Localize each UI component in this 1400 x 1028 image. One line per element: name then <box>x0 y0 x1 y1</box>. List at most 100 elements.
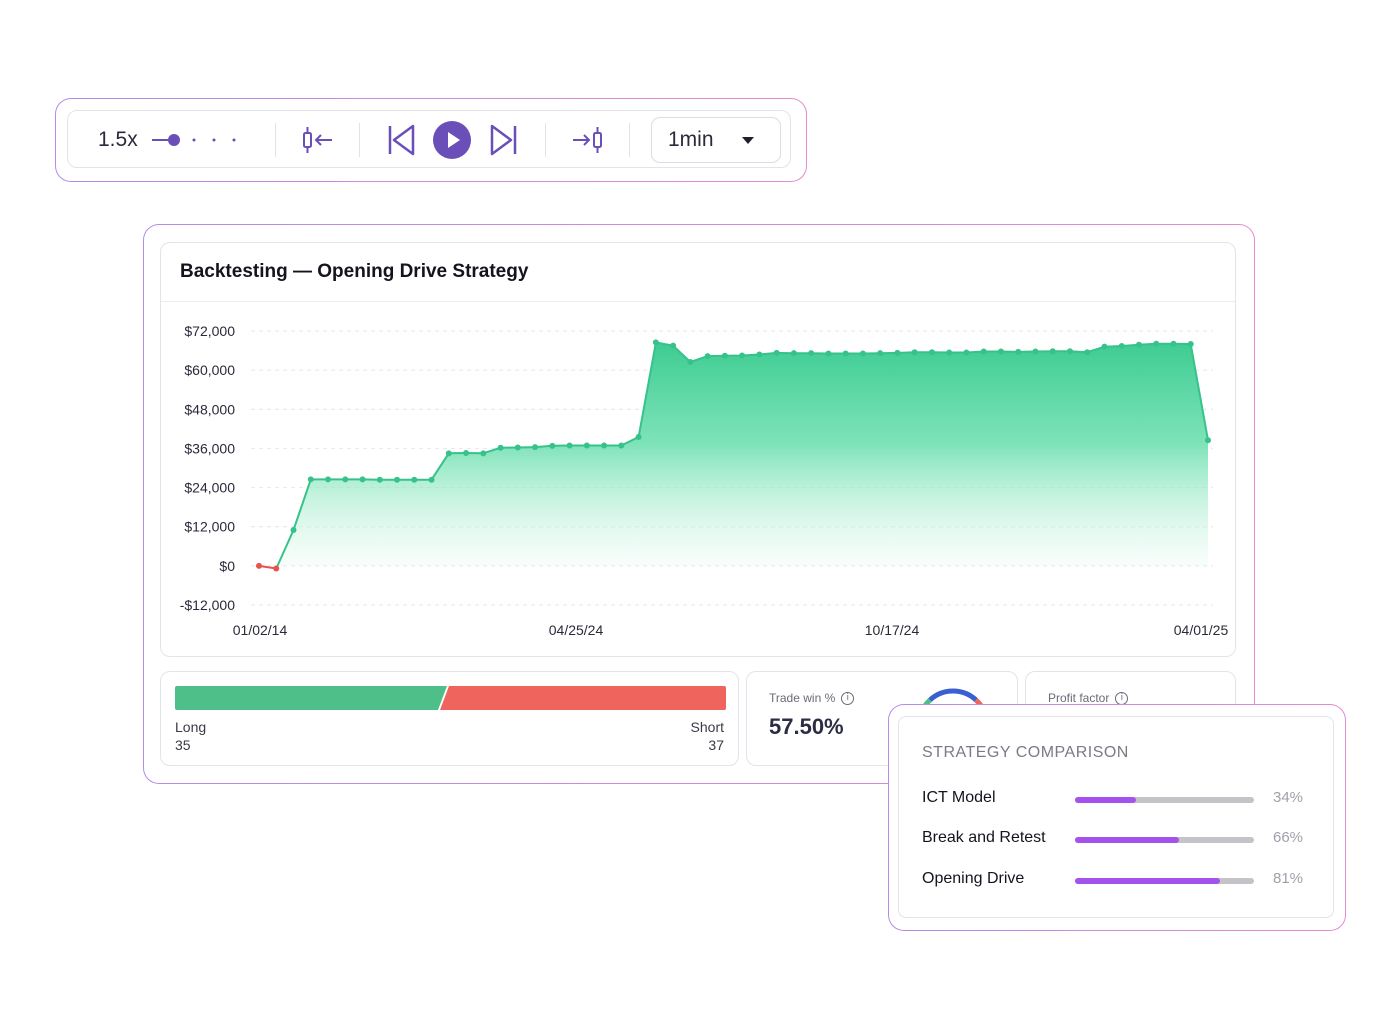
equity-chart-card: Backtesting — Opening Drive Strategy $72… <box>160 242 1236 657</box>
strategy-name: ICT Model <box>922 789 996 806</box>
strategy-comparison-card: STRATEGY COMPARISON ICT Model 34% Break … <box>898 716 1334 918</box>
equity-point <box>514 444 521 451</box>
chevron-down-icon <box>742 137 754 144</box>
long-short-card: Long 35 Short 37 <box>160 671 739 766</box>
equity-point <box>808 350 815 357</box>
y-tick-label: $72,000 <box>184 323 235 339</box>
long-short-bar <box>175 686 726 710</box>
equity-point <box>566 442 573 449</box>
equity-point <box>618 442 625 449</box>
equity-point <box>1049 348 1056 355</box>
equity-point <box>1084 349 1091 356</box>
equity-point <box>1187 341 1194 348</box>
equity-point <box>652 339 659 346</box>
equity-point <box>445 450 452 457</box>
progress-track <box>1075 878 1254 884</box>
toolbar-divider <box>359 123 360 157</box>
speed-slider[interactable] <box>152 111 242 169</box>
equity-point <box>1015 348 1022 355</box>
equity-point <box>877 350 884 357</box>
y-tick-label: $36,000 <box>184 440 235 456</box>
toolbar-divider <box>545 123 546 157</box>
x-tick-label: 10/17/24 <box>865 622 920 638</box>
equity-point <box>946 349 953 356</box>
progress-fill <box>1075 797 1136 803</box>
equity-point <box>1066 348 1073 355</box>
play-button[interactable] <box>432 120 472 160</box>
equity-point <box>704 353 711 360</box>
x-tick-label: 04/25/24 <box>549 622 604 638</box>
equity-point <box>756 351 763 358</box>
x-tick-label: 01/02/14 <box>233 622 288 638</box>
comparison-row: ICT Model 34% <box>922 789 1317 811</box>
equity-point <box>411 476 418 483</box>
equity-point <box>997 348 1004 355</box>
equity-point <box>687 358 694 365</box>
x-tick-label: 04/01/25 <box>1174 622 1229 638</box>
equity-point <box>1153 340 1160 347</box>
strategy-name: Break and Retest <box>922 829 1046 846</box>
expand-right-icon[interactable] <box>568 123 608 157</box>
y-tick-label: $0 <box>219 558 235 574</box>
equity-point <box>463 449 470 456</box>
equity-point <box>1118 343 1125 350</box>
equity-point <box>497 444 504 451</box>
long-count: 35 <box>175 737 191 753</box>
equity-point <box>359 476 366 483</box>
progress-fill <box>1075 878 1220 884</box>
collapse-left-icon[interactable] <box>298 123 338 157</box>
progress-fill <box>1075 837 1179 843</box>
equity-point <box>583 442 590 449</box>
timeframe-select[interactable]: 1min <box>651 117 781 163</box>
equity-point <box>394 476 401 483</box>
equity-point <box>1205 437 1211 444</box>
equity-point <box>290 526 297 533</box>
equity-point <box>428 476 435 483</box>
equity-point <box>842 350 849 357</box>
equity-point <box>549 442 556 449</box>
equity-point <box>376 476 383 483</box>
skip-back-icon[interactable] <box>383 123 419 157</box>
equity-chart: $72,000 $60,000 $48,000 $36,000 $24,000 $12,0… <box>180 323 1229 638</box>
trade-win-value: 57.50% <box>769 714 844 739</box>
equity-point <box>859 350 866 357</box>
equity-point <box>307 476 314 483</box>
equity-area <box>276 342 1208 569</box>
equity-point <box>273 565 280 572</box>
equity-point <box>894 349 901 356</box>
progress-track <box>1075 797 1254 803</box>
y-tick-label: -$12,000 <box>180 597 235 613</box>
strategy-percent: 66% <box>1273 829 1304 846</box>
equity-point <box>635 434 642 441</box>
strategy-percent: 81% <box>1273 870 1304 887</box>
equity-point <box>825 350 832 357</box>
comparison-row: Break and Retest 66% <box>922 829 1317 851</box>
trade-win-label: Trade win % <box>769 691 836 705</box>
short-count: 37 <box>708 737 724 753</box>
long-label: Long <box>175 719 207 735</box>
info-icon[interactable]: i <box>1115 691 1129 705</box>
comparison-title: STRATEGY COMPARISON <box>922 744 1129 761</box>
equity-point <box>721 352 728 359</box>
playback-toolbar: 1.5x 1min <box>67 110 791 168</box>
equity-point <box>325 476 332 483</box>
equity-point <box>928 349 935 356</box>
short-segment <box>440 686 726 710</box>
equity-point <box>739 352 746 359</box>
profit-factor-label: Profit factor <box>1048 691 1110 705</box>
equity-point <box>532 444 539 451</box>
toolbar-divider <box>629 123 630 157</box>
y-tick-label: $48,000 <box>184 401 235 417</box>
equity-point <box>773 349 780 356</box>
play-icon <box>433 121 471 159</box>
equity-point <box>256 562 262 569</box>
progress-track <box>1075 837 1254 843</box>
skip-forward-icon[interactable] <box>486 123 522 157</box>
equity-point <box>1170 340 1177 347</box>
y-tick-label: $60,000 <box>184 362 235 378</box>
info-icon[interactable]: i <box>841 691 855 705</box>
strategy-name: Opening Drive <box>922 870 1025 887</box>
equity-point <box>790 350 797 357</box>
equity-point <box>1135 341 1142 348</box>
timeframe-value: 1min <box>668 128 714 151</box>
